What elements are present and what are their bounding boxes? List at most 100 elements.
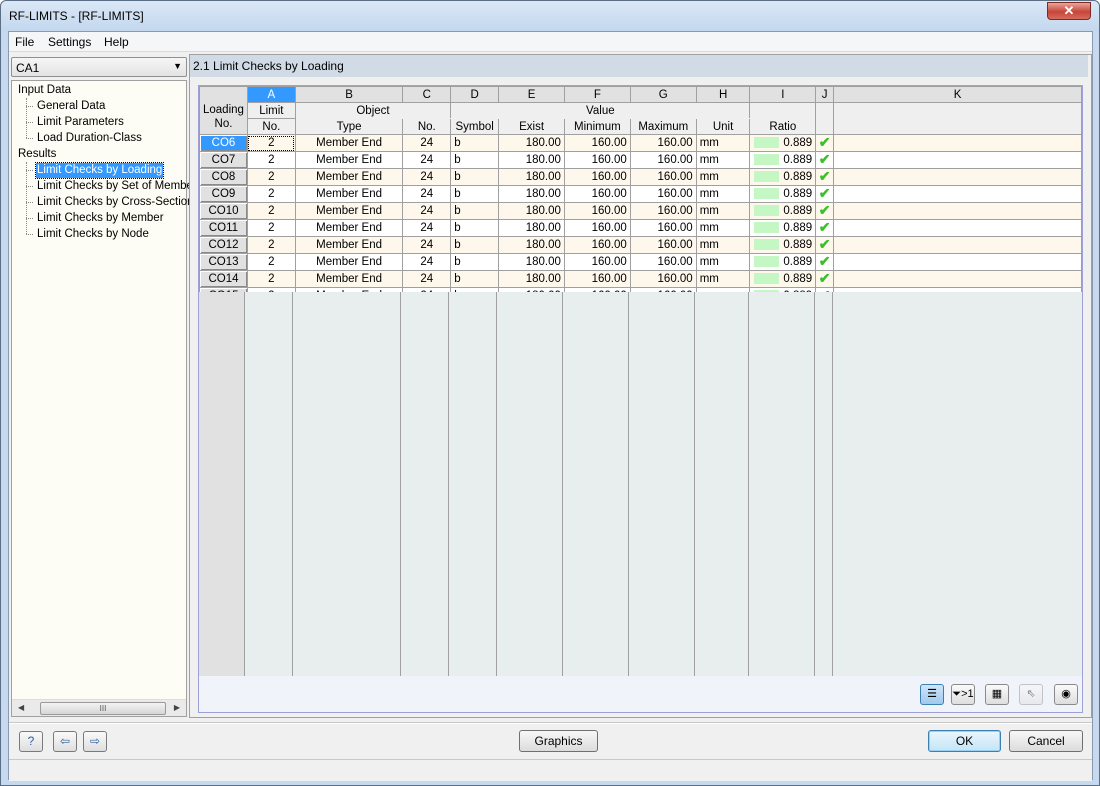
tree-item-limit-checks-by-loading[interactable]: Limit Checks by Loading	[34, 162, 165, 179]
cell-object-no[interactable]: 24	[402, 270, 452, 288]
view-button[interactable]: ◉	[1054, 684, 1078, 705]
column-letter-k[interactable]: K	[833, 86, 1082, 103]
cell-limit-no[interactable]: 2	[246, 202, 296, 220]
table-row[interactable]: CO13 2 Member End 24 b 180.00 160.00 160.00 mm 0.…	[199, 253, 1082, 271]
cell-unit[interactable]: mm	[695, 185, 751, 203]
cell-symbol[interactable]: b	[450, 253, 500, 271]
cell-limit-no[interactable]: 2	[246, 219, 296, 237]
tree-item-limit-checks-by-member[interactable]: Limit Checks by Member	[36, 211, 165, 226]
previous-button[interactable]: ⇦	[53, 731, 77, 752]
cell-limit-no[interactable]: 2	[246, 134, 296, 152]
cell-object-type[interactable]: Member End	[294, 270, 404, 288]
column-letter-g[interactable]: G	[629, 86, 697, 103]
cell-unit[interactable]: mm	[695, 151, 751, 169]
cell-unit[interactable]: mm	[695, 219, 751, 237]
cell-maximum[interactable]: 160.00	[629, 270, 697, 288]
cell-ratio[interactable]: 0.889	[749, 219, 817, 237]
column-letter-a[interactable]: A	[246, 86, 296, 103]
cancel-button[interactable]: Cancel	[1009, 730, 1083, 752]
cell-symbol[interactable]: b	[450, 270, 500, 288]
cell-object-no[interactable]: 24	[402, 151, 452, 169]
cell-object-type[interactable]: Member End	[294, 134, 404, 152]
cell-exist[interactable]: 180.00	[498, 236, 565, 254]
row-header-loading[interactable]: CO7	[199, 151, 248, 169]
table-row[interactable]: CO6 2 Member End 24 b 180.00 160.00 160.00 mm 0.8…	[199, 134, 1082, 152]
cell-unit[interactable]: mm	[695, 236, 751, 254]
cell-object-no[interactable]: 24	[402, 185, 452, 203]
cell-minimum[interactable]: 160.00	[563, 253, 631, 271]
column-letter-f[interactable]: F	[563, 86, 631, 103]
table-row[interactable]: CO9 2 Member End 24 b 180.00 160.00 160.00 mm 0.8…	[199, 185, 1082, 203]
cell-exist[interactable]: 180.00	[498, 151, 565, 169]
close-button[interactable]: ✕	[1047, 2, 1091, 20]
next-button[interactable]: ⇨	[83, 731, 107, 752]
cell-symbol[interactable]: b	[450, 151, 500, 169]
graphics-button[interactable]: Graphics	[519, 730, 598, 752]
row-header-loading[interactable]: CO12	[199, 236, 248, 254]
cell-ratio[interactable]: 0.889	[749, 270, 817, 288]
cell-maximum[interactable]: 160.00	[629, 219, 697, 237]
cell-maximum[interactable]: 160.00	[629, 134, 697, 152]
tree-horizontal-scrollbar[interactable]: ◀ III ▶	[12, 699, 186, 716]
cell-limit-no[interactable]: 2	[246, 168, 296, 186]
cell-minimum[interactable]: 160.00	[563, 134, 631, 152]
cell-unit[interactable]: mm	[695, 270, 751, 288]
row-header-loading[interactable]: CO10	[199, 202, 248, 220]
scrollbar-thumb[interactable]: III	[40, 702, 166, 715]
cell-symbol[interactable]: b	[450, 202, 500, 220]
cell-object-type[interactable]: Member End	[294, 236, 404, 254]
column-letter-c[interactable]: C	[402, 86, 452, 103]
cell-object-type[interactable]: Member End	[294, 219, 404, 237]
cell-ratio[interactable]: 0.889	[749, 134, 817, 152]
column-letter-j[interactable]: J	[815, 86, 835, 103]
cell-unit[interactable]: mm	[695, 253, 751, 271]
cell-minimum[interactable]: 160.00	[563, 202, 631, 220]
cell-object-type[interactable]: Member End	[294, 151, 404, 169]
table-row[interactable]: CO14 2 Member End 24 b 180.00 160.00 160.00 mm 0.…	[199, 270, 1082, 288]
tree-item-limit-checks-by-set-of-members[interactable]: Limit Checks by Set of Members	[36, 179, 204, 194]
cell-k[interactable]	[833, 253, 1082, 271]
row-header-loading[interactable]: CO6	[199, 134, 248, 152]
cell-ratio[interactable]: 0.889	[749, 202, 817, 220]
cell-ratio[interactable]: 0.889	[749, 253, 817, 271]
cell-minimum[interactable]: 160.00	[563, 168, 631, 186]
cell-exist[interactable]: 180.00	[498, 134, 565, 152]
cell-unit[interactable]: mm	[695, 134, 751, 152]
cell-minimum[interactable]: 160.00	[563, 270, 631, 288]
cell-limit-no[interactable]: 2	[246, 185, 296, 203]
menu-file[interactable]: File	[15, 35, 34, 49]
cell-symbol[interactable]: b	[450, 185, 500, 203]
row-header-loading[interactable]: CO14	[199, 270, 248, 288]
cell-k[interactable]	[833, 151, 1082, 169]
tree-group-input-data[interactable]: Input Data	[18, 83, 71, 98]
row-header-loading[interactable]: CO9	[199, 185, 248, 203]
cell-limit-no[interactable]: 2	[246, 151, 296, 169]
tree-group-results[interactable]: Results	[18, 147, 56, 162]
scroll-right-arrow-icon[interactable]: ▶	[174, 703, 180, 712]
menu-settings[interactable]: Settings	[48, 35, 91, 49]
cell-ratio[interactable]: 0.889	[749, 185, 817, 203]
menu-help[interactable]: Help	[104, 35, 129, 49]
tree-item-limit-checks-by-cross-section[interactable]: Limit Checks by Cross-Section	[36, 195, 195, 210]
filter-ratio-button[interactable]: ⏷>1	[951, 684, 975, 705]
cell-unit[interactable]: mm	[695, 202, 751, 220]
cell-exist[interactable]: 180.00	[498, 168, 565, 186]
cell-exist[interactable]: 180.00	[498, 270, 565, 288]
cell-exist[interactable]: 180.00	[498, 219, 565, 237]
cell-k[interactable]	[833, 202, 1082, 220]
row-header-loading[interactable]: CO13	[199, 253, 248, 271]
table-row[interactable]: CO8 2 Member End 24 b 180.00 160.00 160.00 mm 0.8…	[199, 168, 1082, 186]
case-selector[interactable]: CA1 ▼	[11, 57, 187, 77]
cell-exist[interactable]: 180.00	[498, 185, 565, 203]
cell-limit-no[interactable]: 2	[246, 270, 296, 288]
cell-k[interactable]	[833, 270, 1082, 288]
tree-item-load-duration-class[interactable]: Load Duration-Class	[36, 131, 143, 146]
cell-symbol[interactable]: b	[450, 168, 500, 186]
table-row[interactable]: CO7 2 Member End 24 b 180.00 160.00 160.00 mm 0.8…	[199, 151, 1082, 169]
cell-exist[interactable]: 180.00	[498, 202, 565, 220]
cell-minimum[interactable]: 160.00	[563, 236, 631, 254]
cell-minimum[interactable]: 160.00	[563, 219, 631, 237]
cell-symbol[interactable]: b	[450, 219, 500, 237]
result-bars-button[interactable]: ☰	[920, 684, 944, 705]
column-letter-e[interactable]: E	[498, 86, 565, 103]
